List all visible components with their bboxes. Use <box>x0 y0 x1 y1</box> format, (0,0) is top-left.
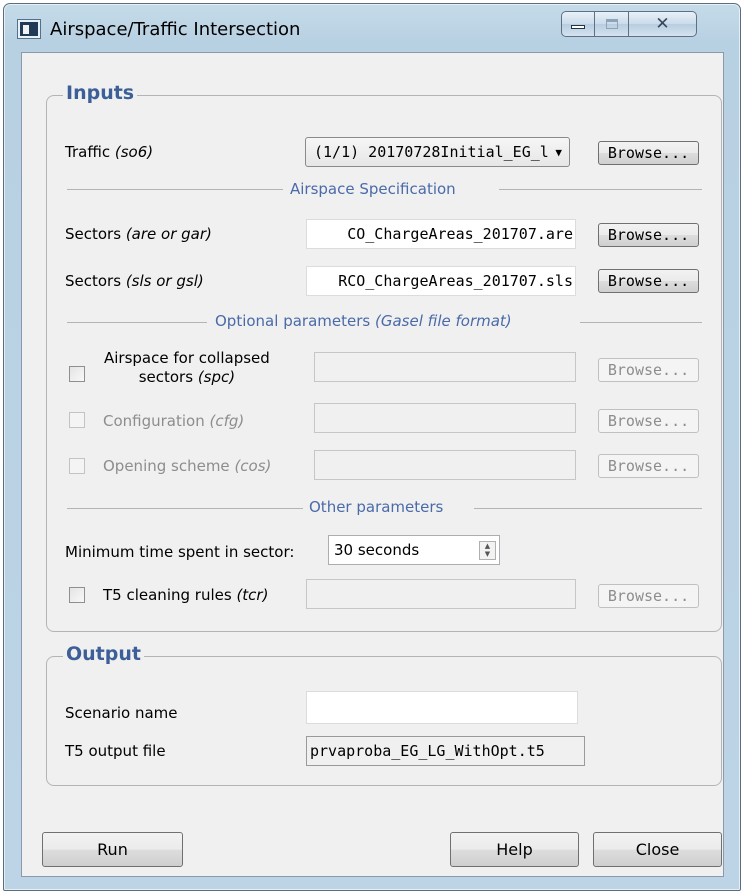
airspace-spec-heading: Airspace Specification <box>290 180 456 198</box>
spin-arrows-icon[interactable]: ▲ ▼ <box>479 541 496 560</box>
configuration-checkbox <box>69 412 85 428</box>
window-controls: ✕ <box>561 11 697 37</box>
app-icon <box>18 20 40 38</box>
t5-cleaning-checkbox[interactable] <box>69 587 85 603</box>
optional-params-heading: Optional parameters (Gasel file format) <box>215 312 512 330</box>
separator-line <box>67 322 207 323</box>
t5-cleaning-label: T5 cleaning rules (tcr) <box>103 586 269 604</box>
sectors-are-label: Sectors (are or gar) <box>65 225 212 243</box>
opening-scheme-browse-button: Browse... <box>598 454 699 478</box>
separator-line <box>67 508 303 509</box>
min-time-value: 30 seconds <box>334 541 420 559</box>
configuration-label: Configuration (cfg) <box>103 412 245 430</box>
dialog-body: Inputs Traffic (so6) (1/1) 20170728Initi… <box>21 52 724 877</box>
t5-cleaning-browse-button: Browse... <box>598 584 699 608</box>
minimize-button[interactable] <box>561 11 595 37</box>
sectors-sls-browse-button[interactable]: Browse... <box>598 269 699 293</box>
inputs-group-title: Inputs <box>63 82 138 104</box>
scenario-name-input[interactable] <box>306 691 578 724</box>
traffic-label: Traffic (so6) <box>65 143 154 161</box>
sectors-are-browse-button[interactable]: Browse... <box>598 223 699 247</box>
dropdown-arrow-icon: ▼ <box>555 146 562 159</box>
title-bar[interactable]: Airspace/Traffic Intersection ✕ <box>4 4 740 52</box>
separator-line <box>499 189 702 190</box>
t5-output-label: T5 output file <box>65 742 166 760</box>
traffic-combo[interactable]: (1/1) 20170728Initial_EG_l ▼ <box>305 137 570 167</box>
opening-scheme-checkbox <box>69 458 85 474</box>
min-time-spinbox[interactable]: 30 seconds ▲ ▼ <box>328 535 500 565</box>
configuration-browse-button: Browse... <box>598 409 699 433</box>
collapsed-sectors-field <box>314 352 576 382</box>
sectors-are-field[interactable]: CO_ChargeAreas_201707.are <box>306 219 576 249</box>
dialog-window: Airspace/Traffic Intersection ✕ Inputs T… <box>3 3 741 891</box>
sectors-sls-label: Sectors (sls or gsl) <box>65 272 204 290</box>
scenario-name-label: Scenario name <box>65 704 178 722</box>
t5-output-field: prvaproba_EG_LG_WithOpt.t5 <box>306 736 585 766</box>
traffic-browse-button[interactable]: Browse... <box>598 141 699 165</box>
help-button[interactable]: Help <box>450 832 579 867</box>
maximize-icon <box>605 19 618 29</box>
window-title: Airspace/Traffic Intersection <box>50 19 301 40</box>
output-group-title: Output <box>63 643 144 665</box>
other-params-heading: Other parameters <box>309 498 444 516</box>
t5-cleaning-field <box>306 579 576 609</box>
collapsed-sectors-checkbox[interactable] <box>69 366 85 382</box>
collapsed-sectors-browse-button: Browse... <box>598 358 699 382</box>
run-button[interactable]: Run <box>42 832 183 867</box>
configuration-field <box>314 403 576 433</box>
separator-line <box>580 322 702 323</box>
opening-scheme-field <box>314 450 576 480</box>
min-time-label: Minimum time spent in sector: <box>65 543 295 561</box>
separator-line <box>474 508 702 509</box>
opening-scheme-label: Opening scheme (cos) <box>103 457 272 475</box>
separator-line <box>67 189 283 190</box>
collapsed-sectors-label: Airspace for collapsed sectors (spc) <box>104 349 270 386</box>
sectors-sls-field[interactable]: RCO_ChargeAreas_201707.sls <box>306 266 576 296</box>
traffic-combo-value: (1/1) 20170728Initial_EG_l <box>314 143 549 161</box>
close-button[interactable]: Close <box>593 832 722 867</box>
close-icon: ✕ <box>655 14 670 34</box>
maximize-button <box>595 11 629 37</box>
minimize-icon <box>571 25 585 29</box>
close-window-button[interactable]: ✕ <box>629 11 697 37</box>
